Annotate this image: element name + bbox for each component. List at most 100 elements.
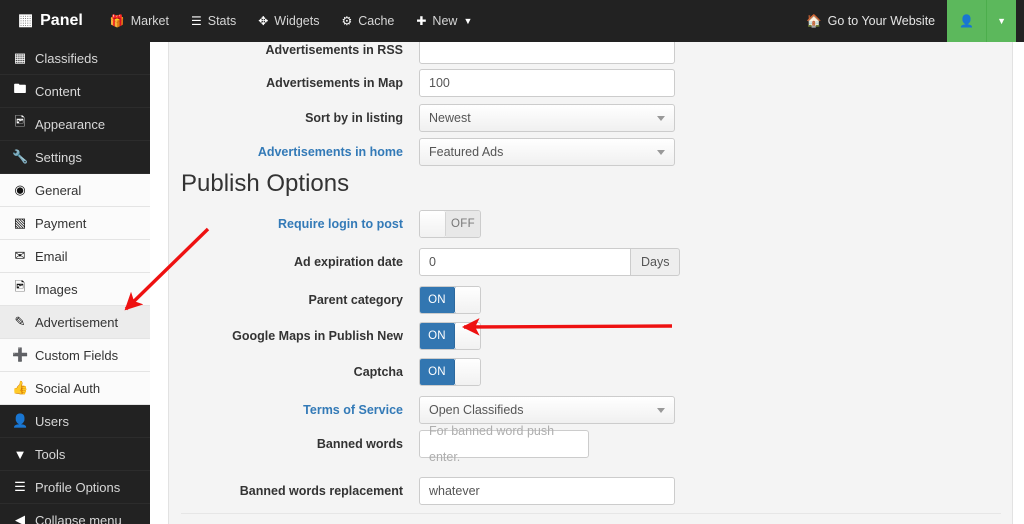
toggle-knob (454, 287, 480, 313)
parent-category-state: ON (420, 287, 454, 313)
toggle-knob (420, 211, 446, 237)
sidebar-item-general[interactable]: ◉ General (0, 174, 150, 207)
sidebar-item-content[interactable]: 🖿 Content (0, 75, 150, 108)
label-terms-of-service[interactable]: Terms of Service (169, 403, 419, 417)
user-icon[interactable]: 👤 (947, 0, 986, 42)
sidebar-item-custom-fields[interactable]: ➕ Custom Fields (0, 339, 150, 372)
label-ad-expiration-date: Ad expiration date (293, 255, 403, 269)
filter-icon: ▼ (13, 446, 27, 462)
form-row-ad-expiration-date: Ad expiration date 0 Days (169, 244, 1014, 280)
sidebar-item-label: Email (35, 248, 68, 264)
sidebar-item-label: Payment (35, 215, 87, 231)
nav-item-new[interactable]: ✚ New ▼ (405, 0, 483, 42)
sidebar-item-label: Settings (35, 149, 82, 165)
advertisements-in-home-select[interactable]: Featured Ads (419, 138, 675, 166)
user-menu-button[interactable]: 👤 ▼ (947, 0, 1016, 42)
advertisements-in-home-value: Featured Ads (429, 145, 504, 159)
page-root: ▦ Panel 🎁 Market ☰ Stats ✥ Widgets ⚙ Cac… (0, 0, 1024, 524)
form-row-terms-of-service: Terms of Service Open Classifieds (169, 392, 1014, 428)
nav-item-cache[interactable]: ⚙ Cache (330, 0, 405, 42)
form-row-advertisements-in-map: Advertisements in Map 100 (169, 65, 1014, 101)
form-row-advertisements-in-home: Advertisements in home Featured Ads (169, 134, 1014, 170)
toggle-knob (454, 359, 480, 385)
sidebar-item-users[interactable]: 👤 Users (0, 405, 150, 438)
nav-item-market[interactable]: 🎁 Market (99, 0, 180, 42)
content-area: Advertisements in RSS Advertisements in … (150, 36, 1024, 524)
form-row-sort-by-in-listing: Sort by in listing Newest (169, 100, 1014, 136)
captcha-state: ON (420, 359, 454, 385)
label-captcha: Captcha (353, 365, 403, 379)
sidebar-item-advertisement[interactable]: ✎ Advertisement (0, 306, 150, 339)
sidebar-item-label: Content (35, 83, 81, 99)
sort-by-in-listing-select[interactable]: Newest (419, 104, 675, 132)
advertisements-in-map-input[interactable]: 100 (419, 69, 675, 97)
image-icon: 🖻 (14, 279, 26, 294)
ad-expiration-date-input-group: 0 Days (419, 248, 681, 276)
sidebar-item-label: General (35, 182, 82, 198)
go-to-website-link[interactable]: 🏠 Go to Your Website (794, 0, 947, 42)
top-navbar: ▦ Panel 🎁 Market ☰ Stats ✥ Widgets ⚙ Cac… (0, 0, 1024, 42)
sidebar-item-settings[interactable]: 🔧 Settings (0, 141, 150, 174)
google-maps-in-publish-new-toggle[interactable]: ON (419, 322, 481, 350)
grid-icon: ▦ (13, 50, 27, 65)
form-row-parent-category: Parent category ON (169, 282, 1014, 318)
sidebar-item-label: Appearance (35, 116, 106, 132)
sidebar-item-label: Tools (35, 446, 66, 462)
home-icon: 🏠 (806, 13, 822, 28)
label-advertisements-in-home[interactable]: Advertisements in home (169, 145, 419, 159)
nav-item-stats[interactable]: ☰ Stats (180, 0, 247, 42)
require-login-to-post-state: OFF (446, 211, 480, 237)
chevron-down-icon (657, 408, 665, 413)
nav-item-widgets[interactable]: ✥ Widgets (247, 0, 330, 42)
gift-icon: 🎁 (109, 14, 125, 28)
folder-icon: 🖿 (13, 81, 27, 96)
user-menu-chevron-down-icon[interactable]: ▼ (986, 0, 1016, 42)
nav-item-new-label: New (432, 14, 458, 28)
plus-circle-icon: ➕ (12, 347, 29, 362)
brand-label: Panel (40, 12, 83, 29)
image-icon: 🖻 (14, 114, 26, 129)
sidebar-item-collapse-menu[interactable]: ◀ Collapse menu (0, 504, 150, 524)
require-login-to-post-toggle[interactable]: OFF (419, 210, 481, 238)
sidebar-item-tools[interactable]: ▼ Tools (0, 438, 150, 471)
label-require-login-to-post[interactable]: Require login to post (169, 217, 419, 231)
navbar-right-group: 🏠 Go to Your Website 👤 ▼ (794, 0, 1024, 42)
bar-chart-icon: ☰ (190, 14, 202, 28)
control-advertisements-in-map: 100 (419, 69, 1014, 97)
banned-words-replacement-input[interactable]: whatever (419, 477, 675, 505)
label-sort-by-in-listing: Sort by in listing (305, 111, 403, 125)
brand-panel[interactable]: ▦ Panel (0, 0, 99, 42)
sidebar-item-classifieds[interactable]: ▦ Classifieds (0, 42, 150, 75)
thumbs-up-icon: 👍 (12, 380, 29, 395)
nav-item-widgets-label: Widgets (274, 14, 320, 28)
parent-category-toggle[interactable]: ON (419, 286, 481, 314)
nav-item-stats-label: Stats (207, 14, 237, 28)
control-require-login-to-post: OFF (419, 210, 1014, 238)
form-row-banned-words-replacement: Banned words replacement whatever (169, 473, 1014, 509)
sidebar-item-appearance[interactable]: 🖻 Appearance (0, 108, 150, 141)
banned-words-input[interactable]: For banned word push enter. (419, 424, 589, 464)
sidebar-item-label: Custom Fields (35, 347, 119, 363)
sidebar-item-images[interactable]: 🖻 Images (0, 273, 150, 306)
section-divider (181, 513, 1001, 514)
sidebar-item-label: Social Auth (35, 380, 101, 396)
form-row-google-maps-in-publish-new: Google Maps in Publish New ON (169, 318, 1014, 354)
terms-of-service-value: Open Classifieds (429, 403, 524, 417)
control-ad-expiration-date: 0 Days (419, 248, 1014, 276)
credit-card-icon: ▧ (13, 215, 27, 230)
label-parent-category: Parent category (308, 293, 403, 307)
ad-expiration-date-input[interactable]: 0 (419, 248, 631, 276)
label-google-maps-in-publish-new: Google Maps in Publish New (232, 329, 403, 343)
sidebar-item-social-auth[interactable]: 👍 Social Auth (0, 372, 150, 405)
label-banned-words: Banned words (316, 437, 403, 451)
edit-square-icon: ✎ (14, 314, 26, 329)
captcha-toggle[interactable]: ON (419, 358, 481, 386)
sidebar-item-profile-options[interactable]: ☰ Profile Options (0, 471, 150, 504)
sidebar-item-email[interactable]: ✉ Email (0, 240, 150, 273)
sidebar-item-payment[interactable]: ▧ Payment (0, 207, 150, 240)
form-row-captcha: Captcha ON (169, 354, 1014, 390)
settings-panel: Advertisements in RSS Advertisements in … (168, 36, 1014, 524)
label-banned-words-replacement: Banned words replacement (239, 484, 403, 498)
control-banned-words: For banned word push enter. (419, 424, 1014, 464)
grid-icon: ▦ (18, 12, 34, 29)
